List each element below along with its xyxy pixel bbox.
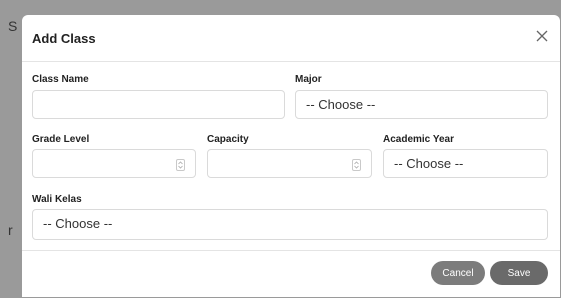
grade-level-label: Grade Level <box>32 134 90 145</box>
grade-level-input[interactable] <box>33 150 195 177</box>
academic-year-selected-value: -- Choose -- <box>394 156 464 171</box>
capacity-label: Capacity <box>207 134 249 145</box>
wali-kelas-label: Wali Kelas <box>32 194 82 205</box>
major-label: Major <box>295 74 322 85</box>
grade-level-field[interactable] <box>32 149 196 178</box>
dialog-header: Add Class <box>22 15 560 62</box>
capacity-input[interactable] <box>208 150 371 177</box>
close-icon[interactable] <box>534 28 550 44</box>
add-class-dialog: Add Class Class Name Major -- Choose -- … <box>22 15 560 297</box>
number-spinner-icon[interactable] <box>176 159 185 171</box>
wali-kelas-select[interactable]: -- Choose -- <box>32 209 548 240</box>
backdrop-text: S <box>8 18 18 34</box>
save-button[interactable]: Save <box>490 261 548 285</box>
capacity-field[interactable] <box>207 149 372 178</box>
academic-year-label: Academic Year <box>383 134 454 145</box>
backdrop-text: r <box>8 222 13 238</box>
major-selected-value: -- Choose -- <box>306 97 376 112</box>
dialog-body: Class Name Major -- Choose -- Grade Leve… <box>22 62 560 251</box>
class-name-input[interactable] <box>33 91 284 118</box>
class-name-label: Class Name <box>32 74 89 85</box>
major-select[interactable]: -- Choose -- <box>295 90 548 119</box>
cancel-button[interactable]: Cancel <box>431 261 485 285</box>
academic-year-select[interactable]: -- Choose -- <box>383 149 548 178</box>
number-spinner-icon[interactable] <box>352 159 361 171</box>
wali-kelas-selected-value: -- Choose -- <box>43 216 113 231</box>
dialog-footer: Cancel Save <box>22 251 560 298</box>
class-name-field[interactable] <box>32 90 285 119</box>
dialog-title: Add Class <box>32 31 96 46</box>
